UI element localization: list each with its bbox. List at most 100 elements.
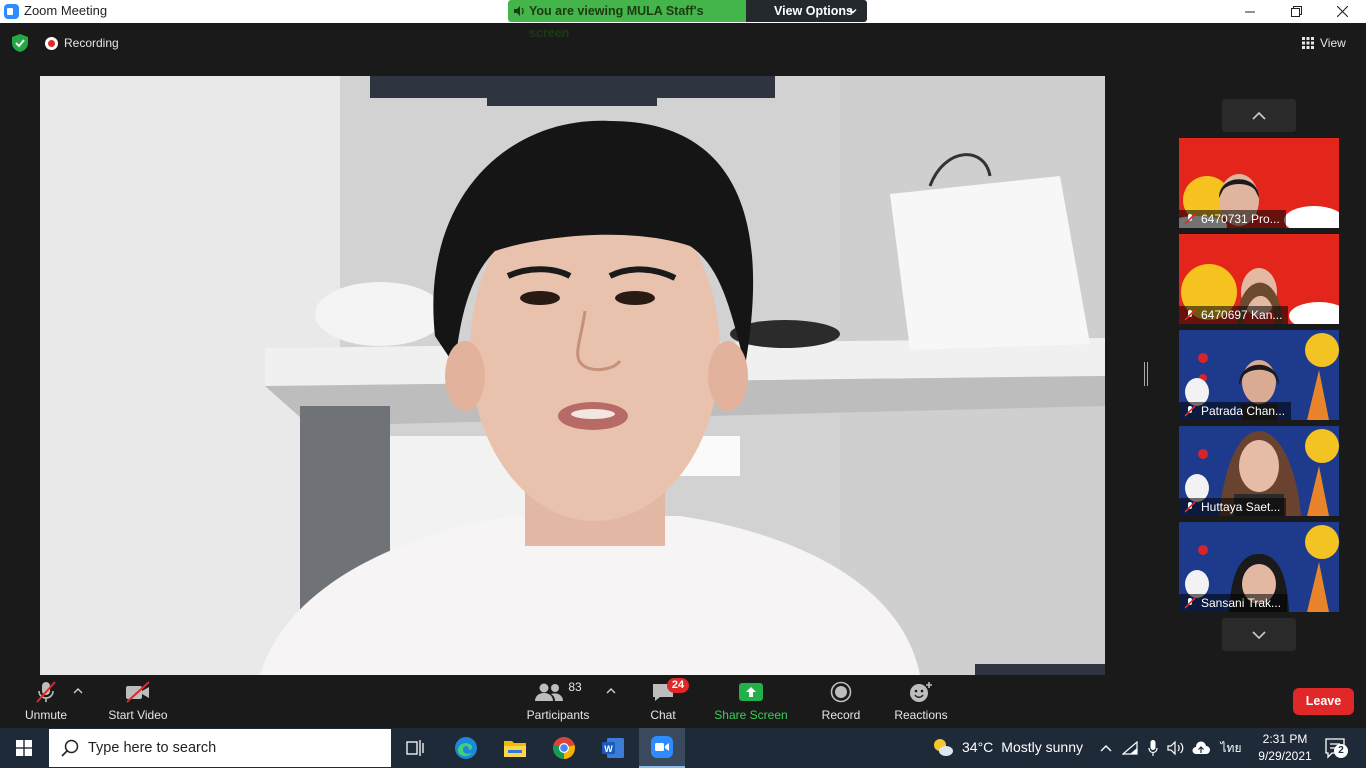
view-label: View: [1320, 36, 1346, 50]
input-language-button[interactable]: ไทย: [1219, 738, 1243, 758]
cloud-upload-icon: [1192, 741, 1210, 754]
zoom-logo-icon: [4, 4, 19, 19]
view-options-label: View Options: [774, 4, 853, 18]
reactions-button[interactable]: Reactions: [892, 675, 950, 728]
window-title: Zoom Meeting: [24, 3, 108, 18]
grid-icon: [1302, 37, 1314, 49]
view-options-button[interactable]: View Options: [746, 0, 867, 22]
start-button[interactable]: [0, 728, 48, 768]
speaker-volume-icon: [1167, 741, 1184, 755]
leave-button[interactable]: Leave: [1293, 688, 1354, 715]
title-bar: Zoom Meeting You are viewing MULA Staff'…: [0, 0, 1366, 40]
search-placeholder: Type here to search: [88, 740, 217, 756]
share-screen-label: Share Screen: [714, 708, 788, 722]
panel-resize-handle[interactable]: [1144, 362, 1148, 386]
zoom-window: Zoom Meeting You are viewing MULA Staff'…: [0, 0, 1366, 768]
weather-widget[interactable]: 34°C Mostly sunny: [932, 737, 1083, 757]
shield-check-icon[interactable]: [12, 34, 28, 52]
gallery-scroll-down-button[interactable]: [1222, 618, 1296, 651]
participant-name-tag: Huttaya Saet...: [1179, 498, 1287, 516]
chevron-down-icon: [849, 9, 857, 14]
mic-off-icon: [1184, 501, 1196, 513]
clock-date: 9/29/2021: [1258, 749, 1312, 763]
volume-button[interactable]: [1166, 738, 1186, 758]
mic-muted-icon: [36, 680, 56, 703]
notification-count-badge: 2: [1334, 744, 1348, 758]
reactions-emoji-icon: [910, 681, 932, 702]
unmute-button[interactable]: Unmute: [18, 675, 74, 728]
share-banner: You are viewing MULA Staff's screen: [508, 0, 746, 40]
taskbar-search-box[interactable]: Type here to search: [49, 729, 391, 767]
taskbar-app-file-explorer[interactable]: [492, 728, 538, 768]
chat-unread-badge: 24: [667, 678, 689, 693]
wifi-icon: [1122, 741, 1138, 755]
participants-options-caret-icon[interactable]: [606, 687, 616, 695]
minimize-icon: [1245, 11, 1255, 12]
windows-taskbar: Type here to search W 34°C Mostly sunny: [0, 728, 1366, 768]
task-view-button[interactable]: [393, 728, 439, 768]
taskbar-app-word[interactable]: W: [590, 728, 636, 768]
close-button[interactable]: [1319, 0, 1365, 23]
participant-name: 6470697 Kan...: [1201, 308, 1283, 322]
participant-name-tag: 6470731 Pro...: [1179, 210, 1286, 228]
unmute-label: Unmute: [24, 708, 68, 722]
svg-text:W: W: [604, 744, 613, 754]
network-button[interactable]: [1120, 738, 1140, 758]
folder-icon: [504, 741, 526, 757]
gallery-scroll-up-button[interactable]: [1222, 99, 1296, 132]
taskbar-app-chrome[interactable]: [541, 728, 587, 768]
taskbar-clock[interactable]: 2:31 PM 9/29/2021: [1254, 731, 1316, 765]
close-icon: [1336, 6, 1348, 17]
participant-tile[interactable]: Patrada Chan...: [1179, 330, 1339, 420]
participant-tile[interactable]: Huttaya Saet...: [1179, 426, 1339, 516]
edge-browser-icon: [455, 737, 477, 759]
weather-temperature: 34°C: [962, 739, 994, 755]
record-icon: [830, 681, 852, 702]
windows-logo-icon: [16, 740, 32, 756]
participant-tile[interactable]: 6470697 Kan...: [1179, 234, 1339, 324]
mic-off-icon: [1184, 213, 1196, 225]
mic-off-icon: [1184, 309, 1196, 321]
minimize-button[interactable]: [1227, 0, 1273, 23]
zoom-app-icon: [651, 736, 673, 758]
recording-icon: [45, 37, 58, 50]
participant-name-tag: Sansani Trak...: [1179, 594, 1288, 612]
chevron-up-icon: [1252, 111, 1266, 120]
recording-label: Recording: [64, 36, 119, 50]
microphone-tray-button[interactable]: [1143, 738, 1163, 758]
share-banner-text: You are viewing MULA Staff's screen: [529, 4, 704, 40]
mic-off-icon: [1184, 597, 1196, 609]
record-button[interactable]: Record: [815, 675, 867, 728]
search-icon: [61, 739, 79, 757]
weather-description: Mostly sunny: [1001, 739, 1083, 755]
onedrive-button[interactable]: [1191, 738, 1211, 758]
participants-button[interactable]: 83 Participants: [524, 675, 592, 728]
participant-tile[interactable]: Sansani Trak...: [1179, 522, 1339, 612]
record-label: Record: [821, 708, 861, 722]
active-speaker-video[interactable]: [40, 76, 1105, 675]
share-screen-button[interactable]: Share Screen: [713, 675, 789, 728]
participant-name-tag: Patrada Chan...: [1179, 402, 1292, 420]
restore-button[interactable]: [1273, 0, 1319, 23]
clock-time: 2:31 PM: [1262, 732, 1308, 746]
sun-cloud-icon: [934, 739, 953, 756]
video-off-icon: [126, 680, 150, 703]
start-video-label: Start Video: [108, 708, 168, 722]
word-app-icon: W: [602, 738, 624, 758]
start-video-button[interactable]: Start Video: [104, 675, 172, 728]
audio-options-caret-icon[interactable]: [73, 687, 83, 695]
chrome-browser-icon: [553, 737, 575, 759]
reactions-label: Reactions: [894, 708, 948, 722]
share-screen-icon: [739, 682, 763, 701]
participant-name: Sansani Trak...: [1201, 596, 1282, 610]
view-button[interactable]: View: [1302, 34, 1346, 52]
participants-count: 83: [568, 679, 582, 694]
chevron-up-icon: [1100, 745, 1112, 752]
mic-off-icon: [1184, 405, 1196, 417]
taskbar-app-edge[interactable]: [443, 728, 489, 768]
participant-name: Huttaya Saet...: [1201, 500, 1281, 514]
show-hidden-icons-button[interactable]: [1096, 738, 1116, 758]
participants-icon: [535, 683, 564, 701]
taskbar-app-zoom[interactable]: [639, 728, 685, 768]
participant-tile[interactable]: 6470731 Pro...: [1179, 138, 1339, 228]
